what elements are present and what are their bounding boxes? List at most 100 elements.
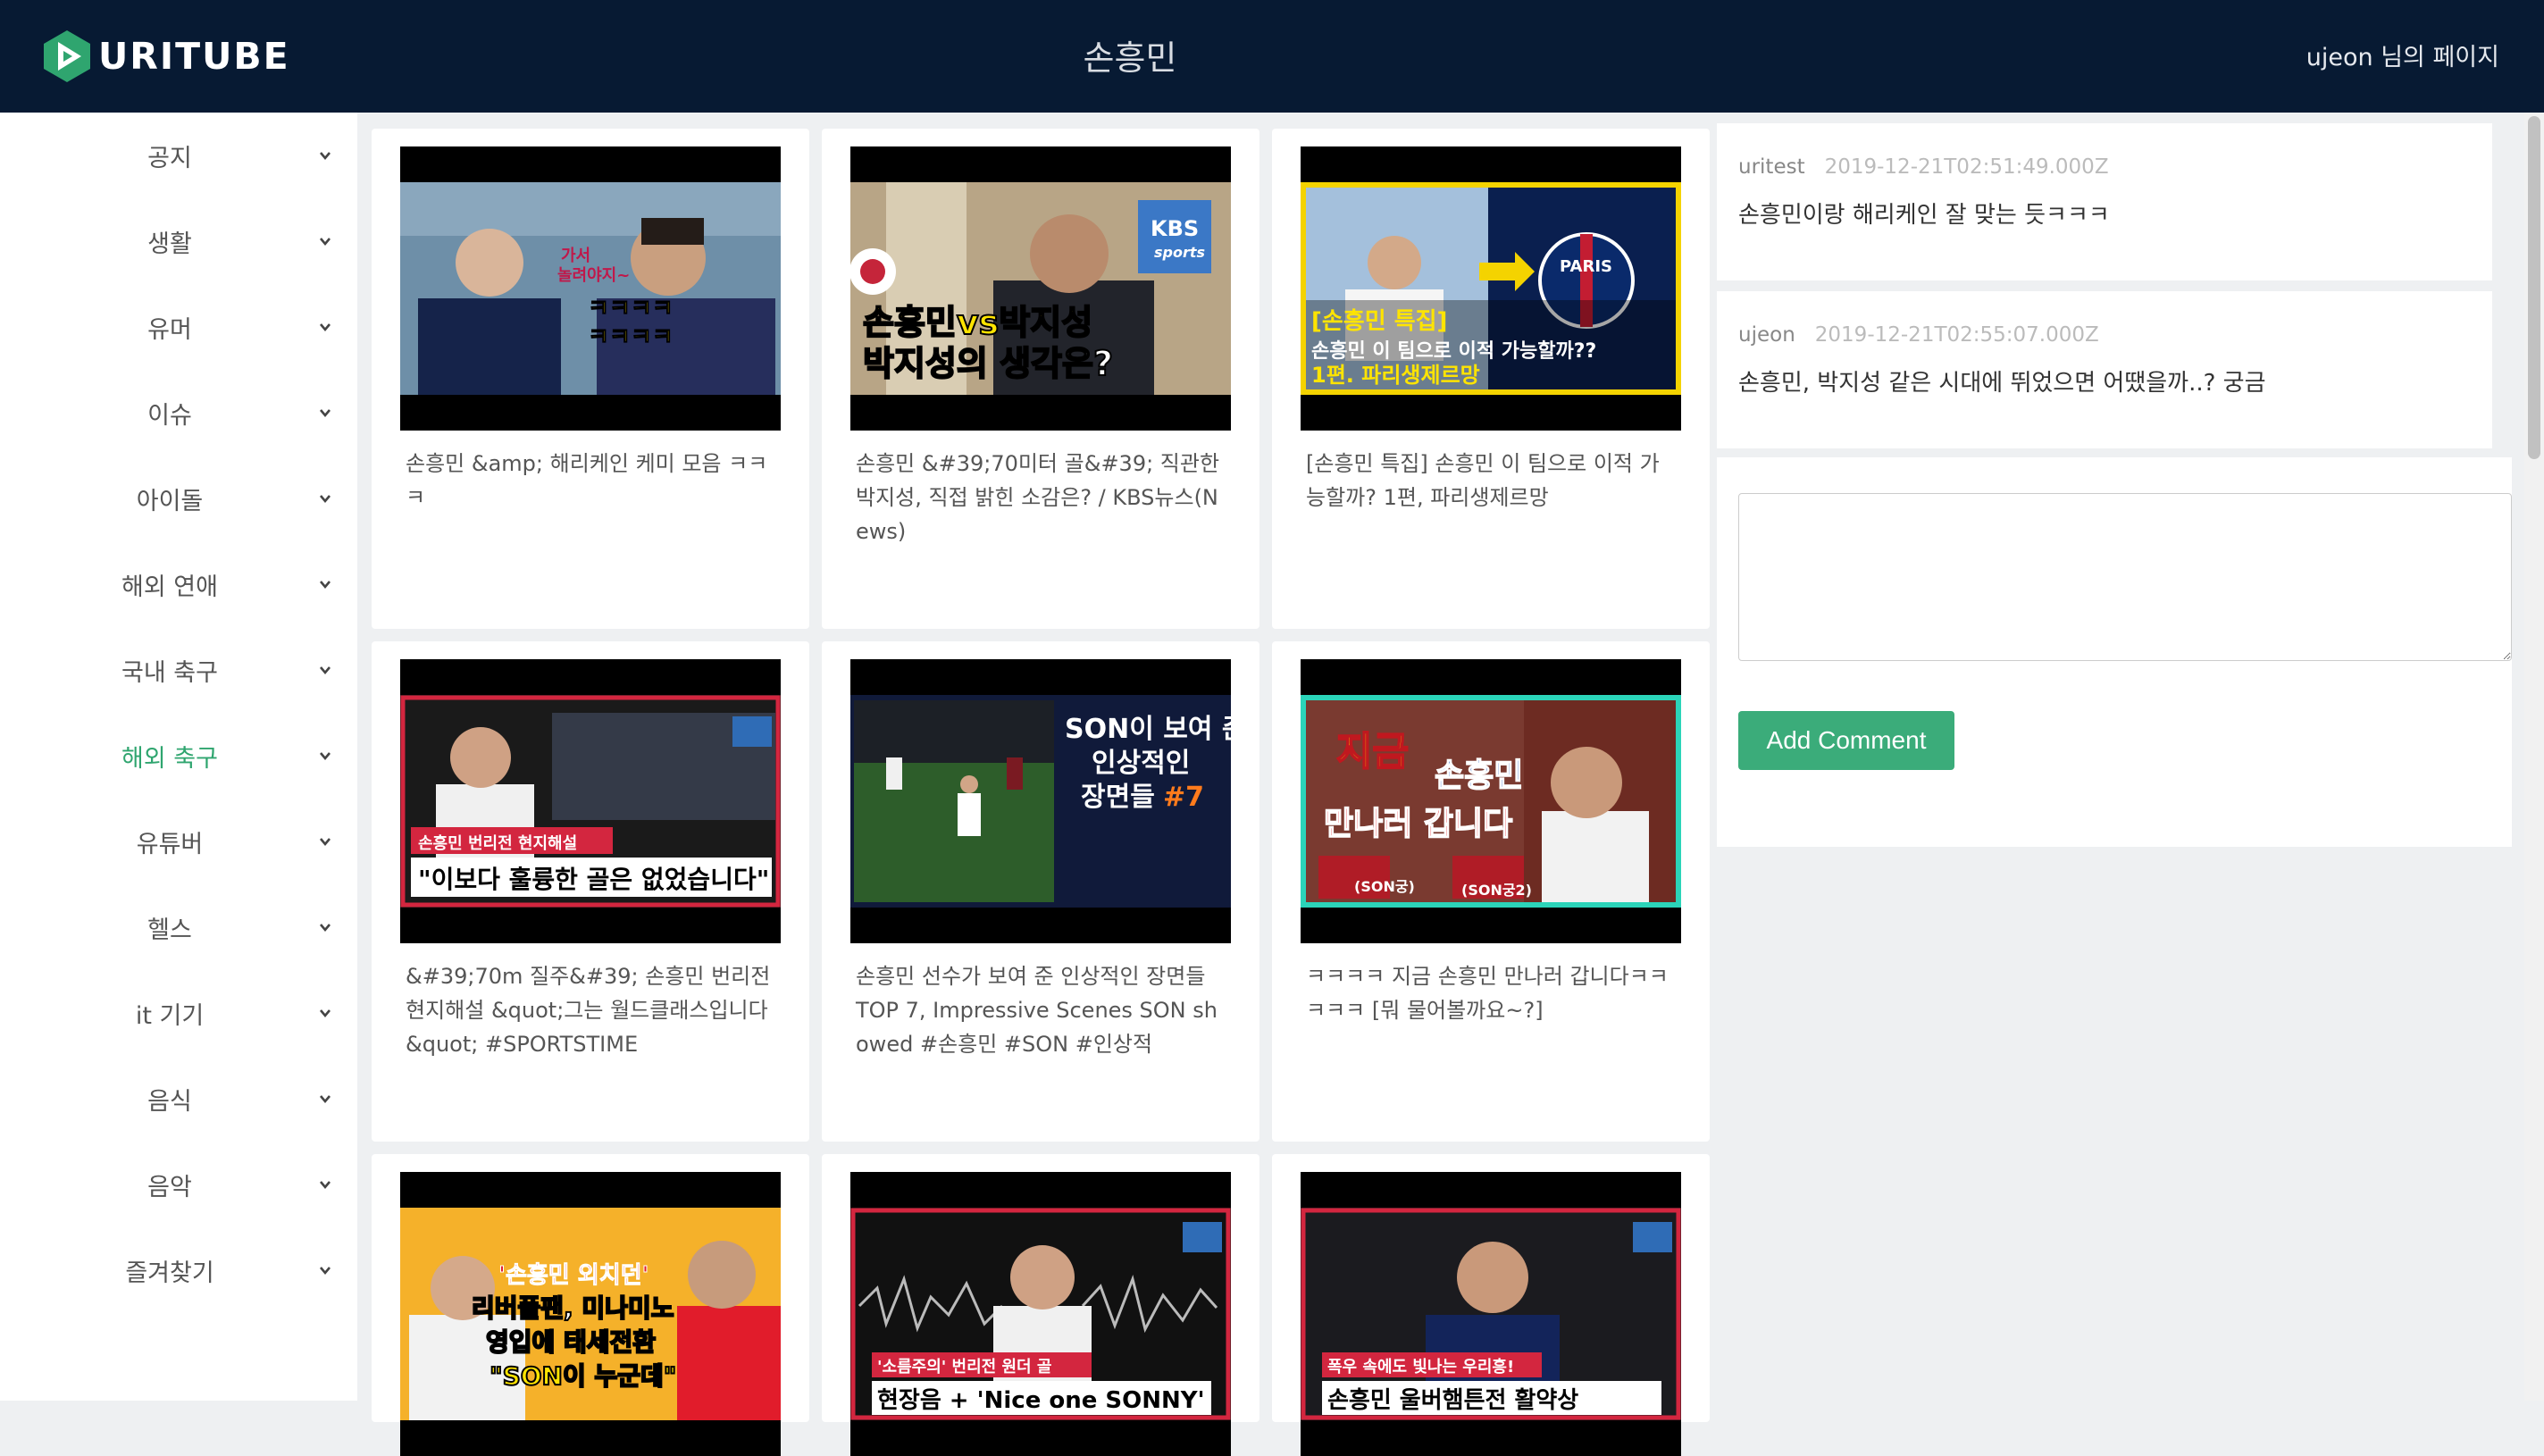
sidebar-item[interactable]: 유머	[0, 284, 357, 370]
chevron-down-icon[interactable]	[318, 320, 332, 334]
video-thumbnail[interactable]: 손흥민 번리전 현지해설 "이보다 훌륭한 골은 없었습니다"	[400, 659, 781, 943]
sidebar-item[interactable]: 아이돌	[0, 456, 357, 541]
video-card[interactable]: SON이 보여 준 인상적인 장면들 #7 손흥민 선수가 보여 준 인상적인 장면들…	[822, 641, 1259, 1142]
video-thumbnail[interactable]: SON이 보여 준 인상적인 장면들 #7	[850, 659, 1231, 943]
sidebar-item[interactable]: 국내 축구	[0, 627, 357, 713]
thumbnail-caption: ㅋㅋㅋㅋ	[588, 296, 674, 322]
thumbnail-caption: "SON이 누군데"	[490, 1361, 676, 1391]
comment-textarea[interactable]	[1738, 493, 2512, 661]
sidebar-item[interactable]: 음악	[0, 1142, 357, 1227]
add-comment-button[interactable]: Add Comment	[1738, 711, 1954, 770]
video-card[interactable]: '손흥민 외치던' 리버풀팬, 미나미노 영입에 태세전환 "SON이 누군데"	[372, 1154, 809, 1456]
sidebar-item-label: 해외 축구	[121, 744, 218, 773]
sidebar-item[interactable]: 생활	[0, 198, 357, 284]
thumbnail-caption: '손흥민 외치던'	[498, 1262, 649, 1289]
page-scrollbar[interactable]	[2524, 113, 2544, 1401]
video-thumbnail[interactable]: 폭우 속에도 빛나는 우리흥! 손흥민 울버햄튼전 활약상	[1301, 1172, 1681, 1456]
video-title[interactable]: &#39;70m 질주&#39; 손흥민 번리전 현지해설 &quot;그는 월…	[406, 959, 774, 1061]
video-title[interactable]: [손흥민 특집] 손흥민 이 팀으로 이적 가능할까? 1편, 파리생제르망	[1306, 447, 1674, 515]
sidebar-item[interactable]: 유튜버	[0, 799, 357, 884]
sidebar-item-label: 이슈	[147, 401, 192, 430]
thumbnail-caption: 가서	[561, 247, 590, 265]
video-card[interactable]: 손흥민 번리전 현지해설 "이보다 훌륭한 골은 없었습니다" &#39;70m…	[372, 641, 809, 1142]
sidebar-item-label: 유튜버	[136, 830, 204, 858]
comment-user: uritest	[1738, 155, 1805, 179]
chevron-down-icon[interactable]	[318, 148, 332, 163]
chevron-down-icon[interactable]	[318, 1263, 332, 1277]
chevron-down-icon[interactable]	[318, 577, 332, 591]
sidebar-item[interactable]: 해외 축구	[0, 713, 357, 799]
thumbnail-caption: SON이 보여 준	[1065, 714, 1231, 745]
scrollbar-thumb[interactable]	[2528, 116, 2540, 459]
video-card[interactable]: PARIS [손흥민 특집] 손흥민 이 팀으로 이적 가능할까?? 1편. 파리생…	[1272, 129, 1710, 629]
video-title[interactable]: 손흥민 &amp; 해리케인 케미 모음 ㅋㅋㅋ	[406, 447, 774, 515]
thumbnail-caption: 박지성의 생각은?	[863, 344, 1113, 383]
thumbnail-caption: 1편. 파리생제르망	[1311, 363, 1480, 388]
thumbnail-caption: sports	[1154, 244, 1205, 261]
user-page-link[interactable]: ujeon 님의 페이지	[2306, 38, 2499, 72]
chevron-down-icon[interactable]	[318, 1092, 332, 1106]
sidebar-item-label: 아이돌	[136, 487, 204, 515]
video-title[interactable]: ㅋㅋㅋㅋ 지금 손흥민 만나러 갑니다ㅋㅋㅋㅋㅋ [뭐 물어볼까요~?]	[1306, 959, 1674, 1027]
thumbnail-caption: #7	[1163, 782, 1204, 813]
comment-user: ujeon	[1738, 323, 1795, 347]
chevron-down-icon[interactable]	[318, 491, 332, 506]
video-thumbnail[interactable]: KBS sports 손흥민vs박지성 박지성의 생각은?	[850, 146, 1231, 431]
thumbnail-caption: 리버풀팬, 미나미노	[472, 1293, 674, 1323]
chevron-down-icon[interactable]	[318, 1006, 332, 1020]
video-thumbnail[interactable]: 지금 손흥민 만나러 갑니다 (SON궁) (SON궁2)	[1301, 659, 1681, 943]
comment-item: ujeon 2019-12-21T02:55:07.000Z 손흥민, 박지성 같…	[1717, 291, 2492, 448]
chevron-down-icon[interactable]	[318, 234, 332, 248]
sidebar-item-label: 음악	[147, 1173, 192, 1201]
chevron-down-icon[interactable]	[318, 920, 332, 934]
video-thumbnail[interactable]: 가서 놀려야지~ ㅋㅋㅋㅋ ㅋㅋㅋㅋ	[400, 146, 781, 431]
comment-text: 손흥민, 박지성 같은 시대에 뛰었으면 어땠을까..? 궁금	[1738, 370, 2266, 397]
sidebar-item-label: 생활	[147, 230, 192, 258]
sidebar-item-label: it 기기	[135, 1001, 205, 1030]
video-card[interactable]: 폭우 속에도 빛나는 우리흥! 손흥민 울버햄튼전 활약상	[1272, 1154, 1710, 1456]
sidebar-item[interactable]: 음식	[0, 1056, 357, 1142]
thumbnail-caption: (SON궁)	[1354, 878, 1415, 895]
sidebar-item-label: 음식	[147, 1087, 192, 1116]
video-title[interactable]: 손흥민 &#39;70미터 골&#39; 직관한 박지성, 직접 밝힌 소감은?…	[856, 447, 1224, 548]
thumbnail-caption: 현장음 + 'Nice one SONNY'	[877, 1387, 1205, 1414]
sidebar-item-label: 헬스	[147, 916, 192, 944]
thumbnail-caption: [손흥민 특집]	[1311, 308, 1447, 335]
comment-date: 2019-12-21T02:55:07.000Z	[1814, 323, 2099, 347]
chevron-down-icon[interactable]	[318, 1177, 332, 1192]
thumbnail-caption: 영입에 태세전환	[486, 1327, 656, 1357]
video-thumbnail[interactable]: '소름주의' 번리전 원더 골 현장음 + 'Nice one SONNY'	[850, 1172, 1231, 1456]
sidebar-item-label: 국내 축구	[121, 658, 218, 687]
thumbnail-caption: 손흥민 번리전 현지해설	[418, 833, 577, 853]
thumbnail-caption: 지금	[1336, 729, 1409, 774]
video-card[interactable]: 지금 손흥민 만나러 갑니다 (SON궁) (SON궁2) ㅋㅋㅋㅋ 지금 손흥민…	[1272, 641, 1710, 1142]
chevron-down-icon[interactable]	[318, 749, 332, 763]
sidebar-item-label: 유머	[147, 315, 192, 344]
thumbnail-caption: 손흥민vs박지성	[863, 303, 1092, 342]
sidebar-item[interactable]: 해외 연애	[0, 541, 357, 627]
video-title[interactable]: 손흥민 선수가 보여 준 인상적인 장면들 TOP 7, Impressive …	[856, 959, 1224, 1061]
comment-text: 손흥민이랑 해리케인 잘 맞는 듯ㅋㅋㅋ	[1738, 202, 2110, 229]
thumbnail-caption: 만나러 갑니다	[1324, 806, 1512, 842]
sidebar-item[interactable]: 공지	[0, 113, 357, 198]
sidebar-item[interactable]: 이슈	[0, 370, 357, 456]
sidebar-item-label: 해외 연애	[121, 573, 218, 601]
video-card[interactable]: '소름주의' 번리전 원더 골 현장음 + 'Nice one SONNY'	[822, 1154, 1259, 1456]
video-card[interactable]: KBS sports 손흥민vs박지성 박지성의 생각은? 손흥민 &#39;70미…	[822, 129, 1259, 629]
thumbnail-caption: 인상적인	[1092, 748, 1190, 779]
thumbnail-caption: 폭우 속에도 빛나는 우리흥!	[1327, 1357, 1514, 1377]
page-title: 손흥민	[1083, 38, 1177, 78]
sidebar-item[interactable]: it 기기	[0, 970, 357, 1056]
chevron-down-icon[interactable]	[318, 663, 332, 677]
chevron-down-icon[interactable]	[318, 406, 332, 420]
video-card[interactable]: 가서 놀려야지~ ㅋㅋㅋㅋ ㅋㅋㅋㅋ 손흥민 &amp; 해리케인 케미 모음 ㅋㅋ…	[372, 129, 809, 629]
sidebar-item[interactable]: 즐겨찾기	[0, 1227, 357, 1313]
thumbnail-caption: 장면들	[1081, 782, 1155, 813]
top-header: URITUBE 손흥민 ujeon 님의 페이지	[0, 0, 2544, 113]
video-thumbnail[interactable]: PARIS [손흥민 특집] 손흥민 이 팀으로 이적 가능할까?? 1편. 파리생…	[1301, 146, 1681, 431]
thumbnail-caption: PARIS	[1560, 257, 1612, 276]
chevron-down-icon[interactable]	[318, 834, 332, 849]
sidebar-item[interactable]: 헬스	[0, 884, 357, 970]
category-sidebar: 공지생활유머이슈아이돌해외 연애국내 축구해외 축구유튜버헬스 it 기기음식음악…	[0, 113, 357, 1401]
video-thumbnail[interactable]: '손흥민 외치던' 리버풀팬, 미나미노 영입에 태세전환 "SON이 누군데"	[400, 1172, 781, 1456]
